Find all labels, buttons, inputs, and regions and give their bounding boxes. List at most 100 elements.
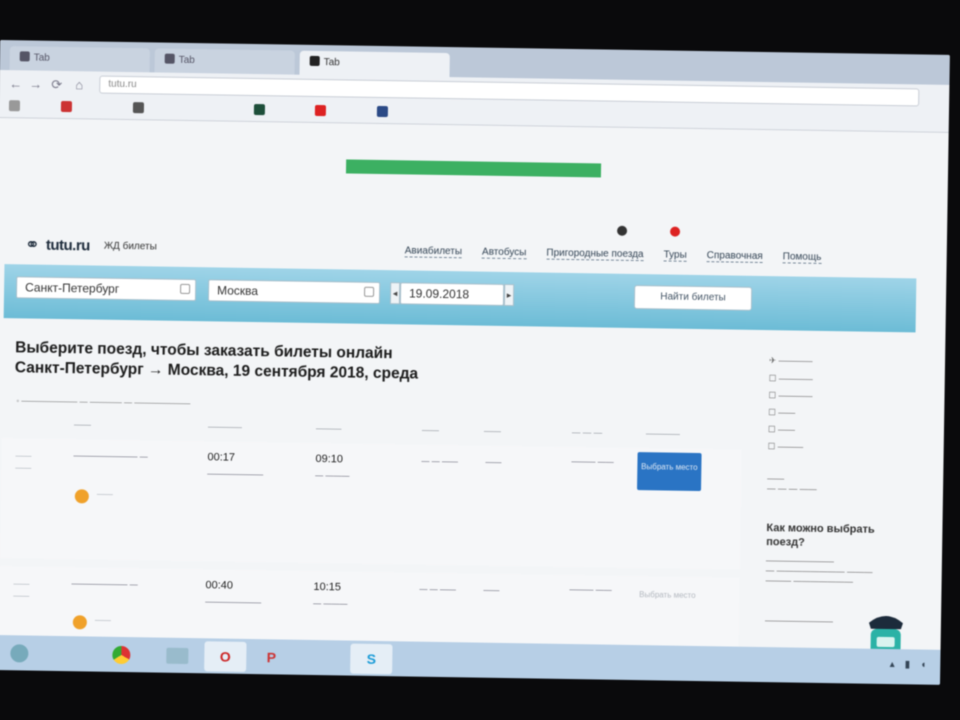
system-tray[interactable]: ▴ ▮ ◖ [890,659,927,671]
search-bar: Санкт-Петербург Москва ◂ 19.09.2018 ▸ На… [3,264,917,333]
arrival-station: — ——— [313,598,348,609]
firm-badge-icon [72,615,87,630]
col-train[interactable]: —— [74,419,91,429]
seat-price: ——— —— [571,457,614,467]
sort-options[interactable]: ◦ ——————— — ———— — ——————— [16,396,190,408]
back-icon[interactable]: ← [9,76,22,91]
help-text: ———————— — ———————— ——— ——— ——————— [765,555,873,587]
bookmark-icon [314,104,327,117]
reload-icon[interactable]: ⟳ [51,77,62,93]
bookmark-item[interactable] [253,103,268,116]
departure-time: 00:40 [205,579,234,592]
browser-tab[interactable]: Tab [154,48,295,75]
monitor-screen: Tab Tab Tab ← → ⟳ ⌂ tutu.ru ⚭ tutu.ru ЖД… [0,40,950,685]
skype-icon[interactable]: S [350,643,393,675]
train-number: —— —— [15,451,32,473]
filter-option[interactable]: ☐ —— [768,424,795,435]
next-date-icon[interactable]: ▸ [503,283,515,307]
to-value: Москва [216,283,259,299]
col-places[interactable]: ———— [646,428,680,439]
col-class[interactable]: —— [484,426,501,436]
network-icon[interactable]: ▮ [905,659,911,670]
bookmark-item[interactable] [60,100,75,113]
home-icon[interactable]: ⌂ [75,77,83,92]
explorer-icon[interactable] [156,641,198,672]
bookmark-icon [8,100,21,112]
travel-duration: — — —— [421,456,458,467]
logo-text: tutu.ru [45,236,90,255]
bookmark-icon [132,102,145,114]
tab-favicon-icon [164,53,175,64]
logo-icon: ⚭ [24,234,41,255]
station-list-icon[interactable] [180,283,191,295]
from-field[interactable]: Санкт-Петербург [15,276,197,302]
facebook-icon [376,105,389,118]
nav-item-avia[interactable]: Авиабилеты [404,245,463,259]
date-value: 19.09.2018 [408,286,470,302]
train-name[interactable]: ——————— — [71,579,137,589]
tab-favicon-icon [19,51,30,62]
col-arrival[interactable]: ——— [316,423,342,433]
arrival-time: 10:15 [313,580,342,594]
top-nav: Авиабилеты Автобусы Пригородные поезда Т… [404,245,822,264]
nav-item-suburban[interactable]: Пригородные поезда [546,247,644,262]
train-name[interactable]: ———————— — [73,451,147,461]
tab-label: Tab [323,57,340,69]
route-subtitle: Санкт-Петербург → Москва, 19 сентября 20… [14,359,419,383]
volume-icon[interactable]: ◖ [920,660,926,671]
to-field[interactable]: Москва [207,279,381,304]
find-tickets-button[interactable]: Найти билеты [633,284,753,311]
filter-departure-icon[interactable]: ✈ ———— [769,355,813,367]
train-row[interactable]: —— —— ———————— — —— 00:17 ——————— 09:10 … [0,438,742,570]
bookmark-icon [253,103,266,116]
nav-item-bus[interactable]: Автобусы [481,246,527,260]
col-departure[interactable]: ———— [208,421,242,432]
from-value: Санкт-Петербург [25,280,120,296]
bookmark-item[interactable] [8,100,23,112]
tab-label: Tab [33,52,50,64]
prev-date-icon[interactable]: ◂ [389,282,401,305]
help-question[interactable]: Как можно выбрать поезд? [766,521,876,551]
filter-option[interactable]: ☐ —— [768,407,795,418]
notification-icon[interactable] [669,226,680,237]
train-tag: —— [96,489,113,499]
site-logo[interactable]: ⚭ tutu.ru ЖД билеты [25,234,157,257]
bookmark-item[interactable] [132,102,147,114]
choose-seat-button[interactable]: Выбрать место [635,580,700,619]
bookmark-item[interactable] [314,104,329,117]
user-icon[interactable] [617,225,628,236]
date-field[interactable]: 19.09.2018 [399,282,505,306]
filter-option[interactable]: ☐ ———— [768,390,812,402]
price-filter[interactable]: —— — — — —— [767,473,817,494]
browser-tab[interactable]: Tab [9,46,150,73]
seat-class: —— [485,457,502,467]
nav-item-help[interactable]: Помощь [782,251,822,264]
chrome-icon[interactable] [100,640,142,671]
travel-duration: — — —— [419,584,456,595]
promo-banner[interactable] [345,159,602,178]
tab-favicon-icon [309,55,320,67]
bookmark-item[interactable] [376,105,391,118]
login-bar [617,225,680,239]
seat-class: —— [483,585,500,595]
filter-option[interactable]: ☐ ———— [769,373,813,385]
filter-option[interactable]: ☐ ——— [768,441,804,453]
arrival-time: 09:10 [315,453,344,466]
tray-arrow-icon[interactable]: ▴ [890,659,895,670]
departure-station: ——————— [205,597,262,608]
nav-item-reference[interactable]: Справочная [706,250,763,264]
tab-label: Tab [178,54,195,67]
nav-item-tours[interactable]: Туры [663,249,687,262]
opera-icon[interactable]: O [204,641,247,672]
start-icon[interactable] [0,638,41,669]
paint-icon[interactable]: P [250,642,292,673]
help-link[interactable]: ———————— [765,615,833,626]
filters-sidebar: ✈ ———— ☐ ———— ☐ ———— ☐ —— ☐ —— ☐ ——— —— —… [750,345,915,672]
departure-station: ——————— [207,469,264,480]
forward-icon[interactable]: → [29,76,42,91]
col-duration[interactable]: —— [422,425,439,435]
browser-tab-active[interactable]: Tab [299,50,450,78]
col-price[interactable]: — — — [572,427,602,437]
station-list-icon[interactable] [364,286,375,297]
choose-seat-button[interactable]: Выбрать место [637,452,702,492]
